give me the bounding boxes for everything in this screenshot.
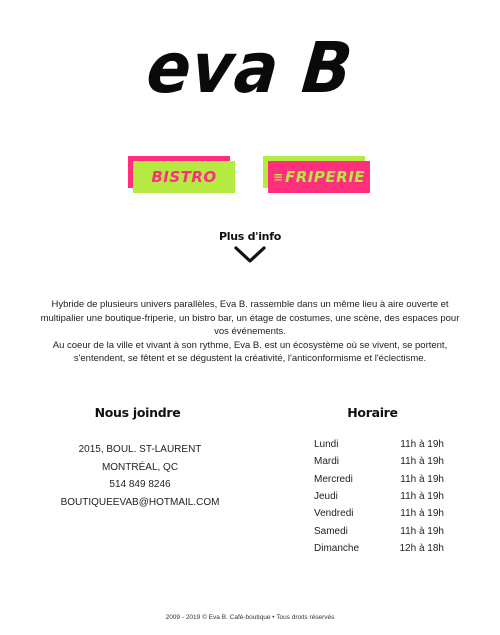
footer-copyright: 2009 - 2019 © Eva B. Café-boutique • Tou… xyxy=(165,614,335,621)
more-info-label: Plus d'info xyxy=(219,230,281,243)
hours-day: Jeudi xyxy=(314,491,338,503)
hours-day: Mercredi xyxy=(314,473,353,485)
hours-time: 11h à 19h xyxy=(400,491,444,503)
hours-row: Vendredi 11h à 19h xyxy=(314,505,444,522)
more-info-link[interactable]: Plus d'info xyxy=(0,230,500,265)
description: Hybride de plusieurs univers parallèles,… xyxy=(40,298,460,366)
hours-row: Dimanche 12h à 18h xyxy=(314,540,444,557)
logo[interactable]: eva B xyxy=(16,27,484,109)
description-paragraph-1: Hybride de plusieurs univers parallèles,… xyxy=(40,299,460,337)
address-line-2: MONTRÉAL, QC xyxy=(101,461,179,473)
description-paragraph-2: Au coeur de la ville et vivant à son ryt… xyxy=(52,339,448,365)
hours-day: Mardi xyxy=(314,456,340,468)
hours-time: 11h à 19h xyxy=(400,456,444,468)
contact-block: 2015, BOUL. ST-LAURENT MONTRÉAL, QC 514 … xyxy=(50,441,230,511)
contact-heading: Nous joindre xyxy=(94,405,181,420)
hours-heading: Horaire xyxy=(347,405,398,420)
hours-row: Lundi 11h à 19h xyxy=(314,436,444,453)
hours-time: 11h à 19h xyxy=(400,473,444,485)
bistro-button[interactable]: BISTRO xyxy=(128,156,235,193)
hours-row: Jeudi 11h à 19h xyxy=(314,488,444,505)
bistro-button-label: BISTRO xyxy=(151,168,217,186)
friperie-button-face[interactable]: ≡ FRIPERIE xyxy=(268,161,370,193)
hours-row: Mardi 11h à 19h xyxy=(314,453,444,470)
friperie-button[interactable]: ≡ FRIPERIE xyxy=(263,156,370,193)
hours-time: 11h à 19h xyxy=(400,439,444,451)
phone-number[interactable]: 514 849 8246 xyxy=(50,476,230,494)
chevron-down-icon[interactable] xyxy=(233,245,267,265)
hours-day: Samedi xyxy=(314,525,348,537)
address-line-1: 2015, BOUL. ST-LAURENT xyxy=(78,444,202,455)
hours-time: 11h à 19h xyxy=(400,508,444,520)
hours-day: Lundi xyxy=(314,439,339,451)
email-link[interactable]: BOUTIQUEEVAB@HOTMAIL.COM xyxy=(61,497,220,508)
hours-time: 12h à 18h xyxy=(399,542,445,554)
speed-lines-icon: ≡ xyxy=(272,170,283,184)
hours-day: Vendredi xyxy=(314,508,354,520)
hours-row: Samedi 11h à 19h xyxy=(314,522,444,539)
friperie-button-label: FRIPERIE xyxy=(285,168,366,186)
hours-table: Lundi 11h à 19h Mardi 11h à 19h Mercredi… xyxy=(314,436,444,557)
hours-day: Dimanche xyxy=(314,542,360,554)
hours-time: 11h à 19h xyxy=(400,525,444,537)
hours-row: Mercredi 11h à 19h xyxy=(314,471,444,488)
bistro-button-face[interactable]: BISTRO xyxy=(133,161,235,193)
